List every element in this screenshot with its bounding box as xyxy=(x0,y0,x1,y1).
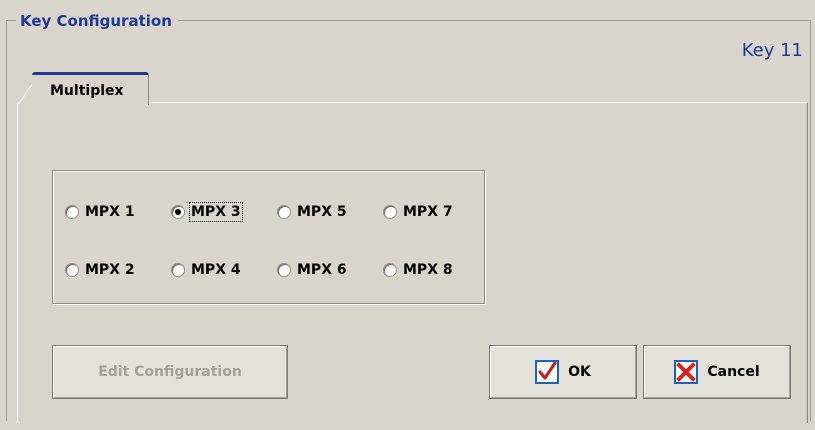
radio-mpx-1[interactable]: MPX 1 xyxy=(65,200,135,224)
multiplex-options-group xyxy=(52,170,485,304)
edit-configuration-button[interactable]: Edit Configuration xyxy=(52,345,288,399)
radio-button-icon xyxy=(65,205,79,219)
radio-mpx-2[interactable]: MPX 2 xyxy=(65,258,135,282)
radio-label: MPX 4 xyxy=(191,262,241,278)
key-configuration-dialog: Key Configuration Key 11 Multiplex MPX 1… xyxy=(0,0,815,430)
radio-label: MPX 8 xyxy=(403,262,453,278)
radio-label: MPX 6 xyxy=(297,262,347,278)
radio-button-icon xyxy=(171,263,185,277)
tab-label: Multiplex xyxy=(50,83,124,99)
group-title: Key Configuration xyxy=(16,9,178,33)
radio-button-icon xyxy=(65,263,79,277)
radio-label: MPX 3 xyxy=(189,202,243,222)
radio-mpx-6[interactable]: MPX 6 xyxy=(277,258,347,282)
radio-mpx-8[interactable]: MPX 8 xyxy=(383,258,453,282)
radio-button-icon xyxy=(277,263,291,277)
key-label: Key 11 xyxy=(741,40,803,61)
radio-button-icon xyxy=(277,205,291,219)
radio-label: MPX 2 xyxy=(85,262,135,278)
cancel-button[interactable]: Cancel xyxy=(643,345,791,399)
radio-label: MPX 1 xyxy=(85,204,135,220)
radio-button-checked-icon xyxy=(171,205,185,219)
radio-label: MPX 7 xyxy=(403,204,453,220)
radio-mpx-3[interactable]: MPX 3 xyxy=(171,200,243,224)
edit-configuration-label: Edit Configuration xyxy=(98,364,242,380)
radio-mpx-4[interactable]: MPX 4 xyxy=(171,258,241,282)
radio-label: MPX 5 xyxy=(297,204,347,220)
radio-mpx-5[interactable]: MPX 5 xyxy=(277,200,347,224)
radio-button-icon xyxy=(383,263,397,277)
checkmark-icon xyxy=(535,360,560,384)
cancel-label: Cancel xyxy=(707,364,760,380)
radio-mpx-7[interactable]: MPX 7 xyxy=(383,200,453,224)
ok-label: OK xyxy=(568,364,591,380)
ok-button[interactable]: OK xyxy=(489,345,637,399)
close-x-icon xyxy=(674,360,699,384)
radio-button-icon xyxy=(383,205,397,219)
tab-multiplex[interactable]: Multiplex xyxy=(32,72,149,105)
